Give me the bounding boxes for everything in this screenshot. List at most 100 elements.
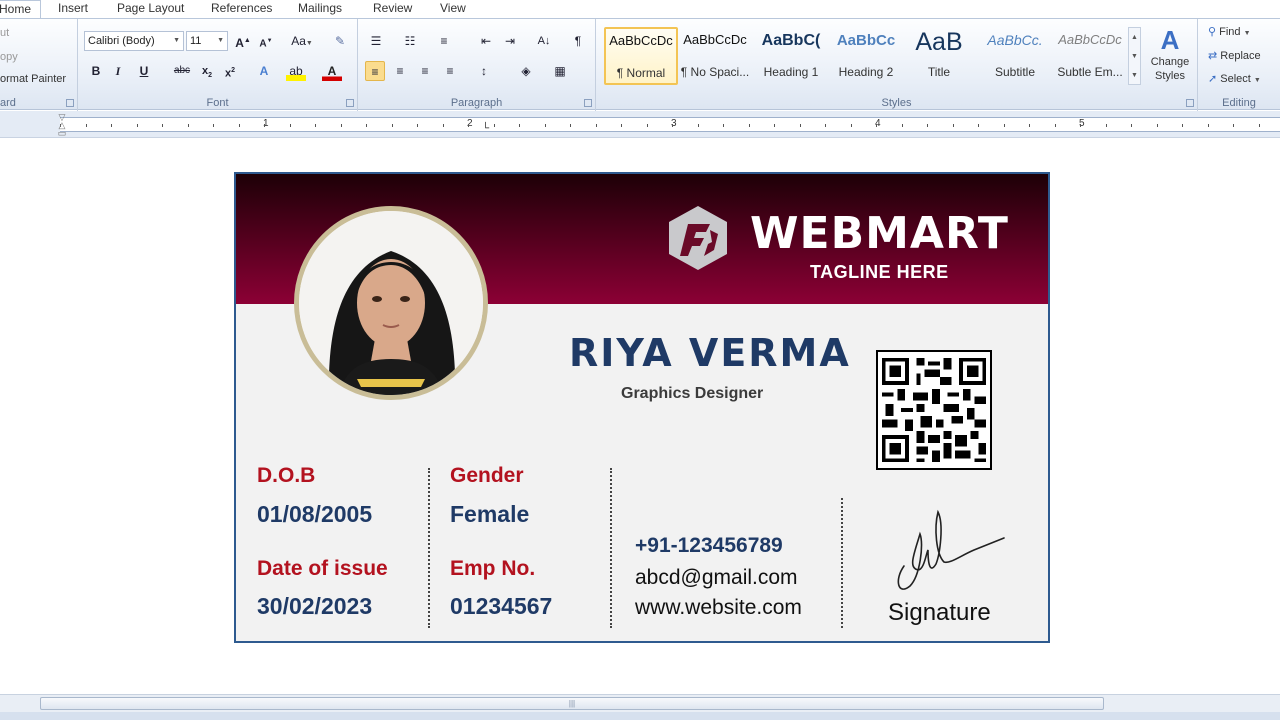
- style-heading-1[interactable]: AaBbC( Heading 1: [754, 27, 828, 85]
- ruler-tick: [927, 124, 928, 127]
- numbering-icon[interactable]: ☷: [400, 31, 420, 51]
- font-size-select[interactable]: 11 ▼: [186, 31, 228, 51]
- font-family-select[interactable]: Calibri (Body) ▼: [84, 31, 184, 51]
- id-card[interactable]: WEBMART TAGLINE HERE RIYA VERMA Graphics…: [234, 172, 1050, 643]
- shrink-font-icon[interactable]: A▼: [256, 31, 276, 51]
- horizontal-ruler[interactable]: 1 2 3 4 5 ▽ △ ▭ └: [0, 111, 1280, 138]
- ribbon-tabs: Home Insert Page Layout References Maili…: [0, 0, 1280, 20]
- justify-icon[interactable]: ≡: [440, 61, 460, 81]
- style-heading-2[interactable]: AaBbCc Heading 2: [829, 27, 903, 85]
- sort-icon[interactable]: A↓: [534, 31, 554, 51]
- chevron-down-icon: ▼: [217, 37, 224, 44]
- align-left-icon[interactable]: ≡: [365, 61, 385, 81]
- ruler-tick: [1156, 124, 1158, 127]
- align-right-icon[interactable]: ≡: [415, 61, 435, 81]
- ruler-tick: [825, 124, 826, 127]
- tab-references[interactable]: References: [211, 0, 272, 19]
- underline-icon[interactable]: U: [134, 61, 154, 81]
- tab-review[interactable]: Review: [373, 0, 412, 19]
- change-case-icon[interactable]: Aa▼: [288, 31, 316, 51]
- style-no-spacing[interactable]: AaBbCcDc ¶ No Spaci...: [678, 27, 752, 85]
- ruler-tick: [570, 124, 571, 127]
- ruler-tick: [442, 124, 444, 127]
- ruler-tick: [187, 124, 189, 127]
- styles-scroll[interactable]: ▲ ▼ ▼: [1128, 27, 1141, 85]
- grow-font-icon[interactable]: A▲: [233, 31, 253, 51]
- bold-icon[interactable]: B: [86, 61, 106, 81]
- styles-launcher-icon[interactable]: .: [1186, 99, 1194, 107]
- styles-group: AaBbCcDc ¶ Normal AaBbCcDc ¶ No Spaci...…: [596, 19, 1198, 111]
- cut-button[interactable]: ut: [0, 27, 9, 39]
- issue-date-label: Date of issue: [257, 557, 388, 580]
- website-address: www.website.com: [635, 596, 802, 619]
- font-size-value: 11: [190, 35, 202, 47]
- show-formatting-icon[interactable]: ¶: [568, 31, 588, 51]
- scrollbar-thumb[interactable]: |||: [40, 697, 1104, 710]
- increase-indent-icon[interactable]: ⇥: [500, 31, 520, 51]
- ruler-tick: [748, 124, 750, 127]
- superscript-icon[interactable]: x2: [220, 61, 240, 81]
- style-sample: AaBbCc: [836, 32, 896, 49]
- font-color-icon[interactable]: A: [322, 61, 342, 81]
- text-effects-icon[interactable]: A: [254, 61, 274, 81]
- decrease-indent-icon[interactable]: ⇤: [476, 31, 496, 51]
- chevron-down-icon: ▼: [173, 37, 180, 44]
- highlight-icon[interactable]: ab: [286, 61, 306, 81]
- indent-marker-icon[interactable]: ▽ △ ▭: [57, 113, 67, 138]
- styles-group-label: Styles: [881, 97, 912, 109]
- replace-button[interactable]: ⇄ Replace: [1208, 49, 1261, 62]
- ruler-tick: [774, 124, 775, 127]
- find-button[interactable]: ⚲ Find ▼: [1208, 25, 1251, 38]
- replace-label: Replace: [1220, 50, 1261, 62]
- ruler-tick: [238, 124, 240, 127]
- clipboard-launcher-icon[interactable]: .: [66, 99, 74, 107]
- style-name: Heading 1: [763, 65, 819, 79]
- style-normal[interactable]: AaBbCcDc ¶ Normal: [604, 27, 678, 85]
- change-styles-button[interactable]: A Change Styles: [1144, 25, 1196, 97]
- style-sample: AaBbCc.: [987, 32, 1043, 48]
- style-subtle-emphasis[interactable]: AaBbCcDc Subtle Em...: [1053, 27, 1127, 85]
- clear-formatting-icon[interactable]: ✎: [330, 31, 350, 51]
- borders-icon[interactable]: ▦: [550, 61, 570, 81]
- ruler-tick: [391, 124, 393, 127]
- italic-icon[interactable]: I: [108, 61, 128, 81]
- select-button[interactable]: ➚ Select ▼: [1208, 72, 1261, 85]
- ruler-tick: [1003, 124, 1005, 127]
- subscript-icon[interactable]: x2: [197, 61, 217, 81]
- tab-insert[interactable]: Insert: [58, 0, 88, 19]
- ruler-tick: [85, 124, 87, 127]
- ruler-tick: [111, 124, 112, 127]
- paragraph-launcher-icon[interactable]: .: [584, 99, 592, 107]
- ruler-tick: [1029, 124, 1030, 127]
- select-label: Select: [1220, 73, 1251, 85]
- line-spacing-icon[interactable]: ↕: [474, 61, 494, 81]
- tab-view[interactable]: View: [440, 0, 466, 19]
- find-label: Find: [1219, 26, 1241, 38]
- style-subtitle[interactable]: AaBbCc. Subtitle: [978, 27, 1052, 85]
- bullets-icon[interactable]: ☰: [366, 31, 386, 51]
- tab-page-layout[interactable]: Page Layout: [117, 0, 184, 19]
- ruler-tick: [876, 124, 877, 127]
- style-title[interactable]: AaB Title: [902, 27, 976, 85]
- tab-stop-icon[interactable]: └: [482, 123, 489, 134]
- ruler-tick: [799, 124, 801, 127]
- shading-icon[interactable]: ◈: [516, 61, 536, 81]
- horizontal-scrollbar[interactable]: |||: [0, 694, 1280, 712]
- font-launcher-icon[interactable]: .: [346, 99, 354, 107]
- tab-home[interactable]: Home: [0, 0, 42, 20]
- copy-button[interactable]: opy: [0, 51, 18, 63]
- signature-label: Signature: [888, 599, 991, 626]
- tab-mailings[interactable]: Mailings: [298, 0, 342, 19]
- format-painter-button[interactable]: ormat Painter: [0, 73, 66, 85]
- strikethrough-icon[interactable]: abc: [170, 61, 194, 81]
- ruler-tick: [1080, 124, 1081, 127]
- ruler-strip: 1 2 3 4 5: [60, 117, 1280, 132]
- gender-value: Female: [450, 501, 530, 527]
- align-center-icon[interactable]: ≡: [390, 61, 410, 81]
- issue-date-value: 30/02/2023: [257, 593, 373, 619]
- binoculars-icon: ⚲: [1208, 26, 1217, 38]
- ruler-tick: [315, 124, 316, 127]
- ruler-tick: [1233, 124, 1234, 127]
- multilevel-list-icon[interactable]: ≡: [434, 31, 454, 51]
- ruler-tick: [901, 124, 903, 127]
